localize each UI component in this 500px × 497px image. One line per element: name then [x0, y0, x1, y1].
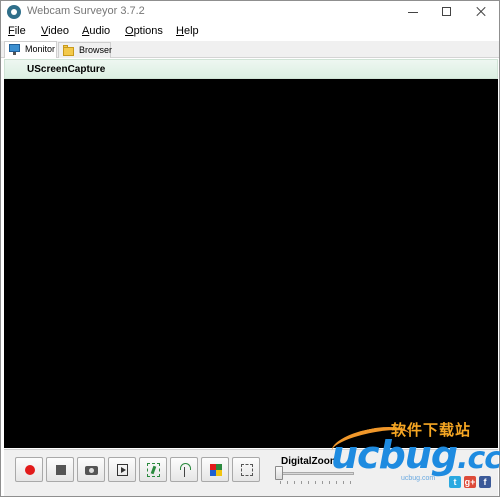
menu-audio[interactable]: Audio — [82, 25, 110, 37]
full-screen-button[interactable] — [232, 457, 260, 482]
stop-button[interactable] — [46, 457, 74, 482]
twitter-icon: t — [449, 476, 461, 488]
webcam-app-icon — [7, 5, 21, 19]
camera-icon — [85, 466, 98, 475]
record-icon — [25, 465, 35, 475]
stop-icon — [56, 465, 66, 475]
site-watermark: 软件下载站 ucbug.cc ucbug.com t g+ f — [328, 419, 500, 489]
menu-options[interactable]: Options — [125, 25, 163, 37]
snapshot-button[interactable] — [77, 457, 105, 482]
video-preview[interactable] — [4, 79, 498, 448]
minimize-icon — [408, 12, 418, 13]
tab-strip: Monitor Browser — [1, 41, 499, 58]
folder-icon — [63, 45, 74, 56]
motion-icon — [147, 463, 160, 477]
maximize-button[interactable] — [431, 1, 463, 23]
menu-help[interactable]: Help — [176, 25, 199, 37]
window-title: Webcam Surveyor 3.7.2 — [27, 5, 145, 17]
title-bar: Webcam Surveyor 3.7.2 — [1, 1, 499, 23]
google-plus-icon: g+ — [464, 476, 476, 488]
motion-detection-button[interactable] — [139, 457, 167, 482]
tab-browser[interactable]: Browser — [58, 42, 113, 58]
monitor-icon — [9, 44, 20, 55]
digital-zoom-thumb[interactable] — [275, 466, 283, 480]
capture-device-title: UScreenCapture — [27, 64, 106, 75]
capture-device-header: UScreenCapture — [4, 59, 498, 79]
color-settings-button[interactable] — [201, 457, 229, 482]
app-window: Webcam Surveyor 3.7.2 File Video Audio O… — [0, 0, 500, 497]
minimize-button[interactable] — [397, 1, 429, 23]
tab-monitor-label: Monitor — [25, 44, 56, 54]
close-button[interactable] — [465, 1, 497, 23]
menu-file[interactable]: File — [8, 25, 26, 37]
broadcast-button[interactable] — [170, 457, 198, 482]
record-button[interactable] — [15, 457, 43, 482]
color-icon — [210, 464, 222, 476]
broadcast-icon — [179, 463, 191, 477]
tab-monitor[interactable]: Monitor — [4, 41, 57, 58]
menu-video[interactable]: Video — [41, 25, 69, 37]
watermark-logo: ucbug.cc — [331, 433, 500, 477]
playback-button[interactable] — [108, 457, 136, 482]
fullscreen-icon — [241, 464, 253, 476]
menu-bar: File Video Audio Options Help — [1, 23, 499, 41]
maximize-icon — [442, 7, 451, 16]
play-icon — [117, 464, 128, 476]
facebook-icon: f — [479, 476, 491, 488]
tab-browser-label: Browser — [79, 45, 113, 55]
watermark-url: ucbug.com — [401, 475, 436, 482]
